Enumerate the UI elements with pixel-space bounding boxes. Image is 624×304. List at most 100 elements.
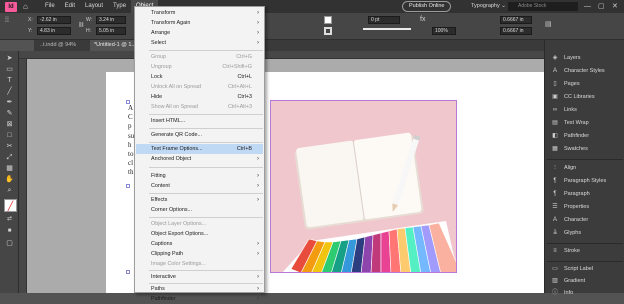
rectangle-frame-tool-icon[interactable]: ⊠: [4, 120, 15, 130]
vertical-ruler[interactable]: [19, 59, 27, 293]
panel-pathfinder[interactable]: ◧ Pathfinder: [551, 131, 589, 142]
zoom-field[interactable]: 100%: [432, 27, 456, 35]
x-field[interactable]: -2.62 in: [37, 16, 71, 24]
stroke-weight-field[interactable]: 0 pt: [368, 16, 400, 24]
menu-item-lock[interactable]: Lock Ctrl+L: [136, 72, 263, 82]
maximize-icon[interactable]: ▢: [598, 0, 605, 13]
menu-item-image-color-settings[interactable]: Image Color Settings...: [136, 259, 263, 269]
menu-file[interactable]: File: [40, 0, 60, 13]
reference-height-field[interactable]: 0.6667 in: [500, 27, 532, 35]
frame-handle[interactable]: [126, 100, 130, 104]
pencil-tool-icon[interactable]: ✎: [4, 109, 15, 119]
panel-align[interactable]: ⫶ Align: [551, 163, 576, 174]
menu-item-label: Object Export Options...: [151, 231, 209, 237]
tab-document-2[interactable]: *Untitled-1 @ 1...: [90, 40, 140, 51]
panel-stroke[interactable]: ≡ Stroke: [551, 246, 580, 257]
menu-item-show-all[interactable]: Show All on Spread Ctrl+Alt+3: [136, 102, 263, 112]
menu-item-effects[interactable]: Effects ›: [136, 195, 263, 205]
script-label-icon: ▭: [552, 266, 558, 272]
menu-type[interactable]: Type: [108, 0, 131, 13]
home-icon[interactable]: ⌂: [23, 2, 32, 11]
menu-item-object-layer-options[interactable]: Object Layer Options...: [136, 219, 263, 229]
h-field[interactable]: 5.05 in: [96, 27, 126, 35]
page-tool-icon[interactable]: ▭: [4, 65, 15, 75]
zoom-tool-icon[interactable]: ⌕: [4, 186, 15, 196]
w-field[interactable]: 3.24 in: [96, 16, 126, 24]
menu-item-unlock-all[interactable]: Unlock All on Spread Ctrl+Alt+L: [136, 82, 263, 92]
auto-fit-icon[interactable]: ▤: [545, 21, 552, 29]
panel-character-styles[interactable]: A Character Styles: [551, 66, 605, 77]
pen-tool-icon[interactable]: ✒: [4, 98, 15, 108]
menu-item-interactive[interactable]: Interactive ›: [136, 272, 263, 282]
menu-item-label: Lock: [151, 74, 163, 80]
opacity-icon[interactable]: fx: [420, 16, 425, 24]
stroke-type-selector[interactable]: [363, 28, 411, 34]
menu-item-anchored-object[interactable]: Anchored Object ›: [136, 154, 263, 164]
panel-pages[interactable]: ▯ Pages: [551, 79, 579, 90]
fill-swatch-icon[interactable]: [324, 16, 332, 24]
stroke-swatch-icon[interactable]: [324, 27, 332, 35]
panel-character[interactable]: A Character: [551, 215, 588, 226]
menu-item-group[interactable]: Group Ctrl+G: [136, 52, 263, 62]
screen-mode-icon[interactable]: ▢: [4, 239, 15, 249]
type-tool-icon[interactable]: T: [4, 76, 15, 86]
menu-item-hide[interactable]: Hide Ctrl+3: [136, 92, 263, 102]
align-icon: ⫶: [554, 165, 556, 171]
apply-color-icon[interactable]: ■: [4, 226, 15, 236]
menu-item-insert-html[interactable]: Insert HTML...: [136, 116, 263, 126]
selection-tool-icon[interactable]: ➤: [4, 54, 15, 64]
menu-edit[interactable]: Edit: [60, 0, 80, 13]
menu-item-arrange[interactable]: Arrange ›: [136, 28, 263, 38]
line-tool-icon[interactable]: ╱: [4, 87, 15, 97]
hand-tool-icon[interactable]: ✋: [4, 175, 15, 185]
menu-item-object-export-options[interactable]: Object Export Options...: [136, 229, 263, 239]
publish-online-button[interactable]: Publish Online: [402, 1, 452, 12]
horizontal-ruler[interactable]: [19, 51, 544, 59]
rectangle-tool-icon[interactable]: □: [4, 131, 15, 141]
reference-width-field[interactable]: 0.6667 in: [500, 16, 532, 24]
fill-stroke-icon[interactable]: ╱: [4, 199, 17, 212]
swap-colors-icon[interactable]: ⇄: [4, 214, 15, 224]
panel-properties[interactable]: ☰ Properties: [551, 202, 589, 213]
menu-item-generate-qr[interactable]: Generate QR Code...: [136, 130, 263, 140]
minimize-icon[interactable]: —: [584, 0, 591, 13]
panel-swatches[interactable]: ▦ Swatches: [551, 144, 588, 155]
menu-item-ungroup[interactable]: Ungroup Ctrl+Shift+G: [136, 62, 263, 72]
menu-item-transform[interactable]: Transform ›: [136, 8, 263, 18]
menu-item-select[interactable]: Select ›: [136, 38, 263, 48]
tab-document-1[interactable]: ..t.indd @ 94%: [36, 40, 80, 51]
panel-cc-libraries[interactable]: ▣ CC Libraries: [551, 92, 594, 103]
menu-layout[interactable]: Layout: [80, 0, 108, 13]
panel-paragraph[interactable]: ¶ Paragraph: [551, 189, 589, 200]
reference-point-icon[interactable]: ⁞⁞: [5, 17, 9, 25]
panel-paragraph-styles[interactable]: ¶ Paragraph Styles: [551, 176, 606, 187]
scissors-tool-icon[interactable]: ✂: [4, 142, 15, 152]
constrain-proportions-icon[interactable]: ⛓: [78, 21, 84, 29]
y-field[interactable]: 4.83 in: [37, 27, 71, 35]
stock-search-input[interactable]: Adobe Stock: [508, 2, 578, 11]
menu-item-content[interactable]: Content ›: [136, 181, 263, 191]
menu-item-label: Text Frame Options...: [151, 146, 203, 152]
menu-item-fitting[interactable]: Fitting ›: [136, 171, 263, 181]
free-transform-tool-icon[interactable]: ⤢: [4, 153, 15, 163]
panel-script-label[interactable]: ▭ Script Label: [551, 264, 593, 275]
panel-label: Properties: [564, 204, 590, 210]
panel-info[interactable]: ⓘ Info: [551, 288, 573, 299]
menu-item-pathfinder[interactable]: Pathfinder ›: [136, 294, 263, 304]
menu-item-corner-options[interactable]: Corner Options...: [136, 205, 263, 215]
gradient-tool-icon[interactable]: ▦: [4, 164, 15, 174]
panel-text-wrap[interactable]: ▤ Text Wrap: [551, 118, 589, 129]
panel-gradient[interactable]: ▨ Gradient: [551, 276, 585, 287]
panel-links[interactable]: ∞ Links: [551, 105, 577, 116]
menu-item-text-frame-options[interactable]: Text Frame Options... Ctrl+B: [136, 144, 263, 154]
menu-item-captions[interactable]: Captions ›: [136, 239, 263, 249]
menu-item-transform-again[interactable]: Transform Again ›: [136, 18, 263, 28]
frame-handle[interactable]: [126, 184, 130, 188]
frame-handle[interactable]: [126, 270, 130, 274]
panel-glyphs[interactable]: ā Glyphs: [551, 228, 581, 239]
image-frame[interactable]: [270, 100, 457, 273]
panel-layers[interactable]: ◈ Layers: [551, 53, 581, 64]
close-icon[interactable]: ✕: [612, 0, 618, 13]
workspace-switcher[interactable]: Typography ⌄: [471, 0, 506, 13]
menu-item-clipping-path[interactable]: Clipping Path ›: [136, 249, 263, 259]
